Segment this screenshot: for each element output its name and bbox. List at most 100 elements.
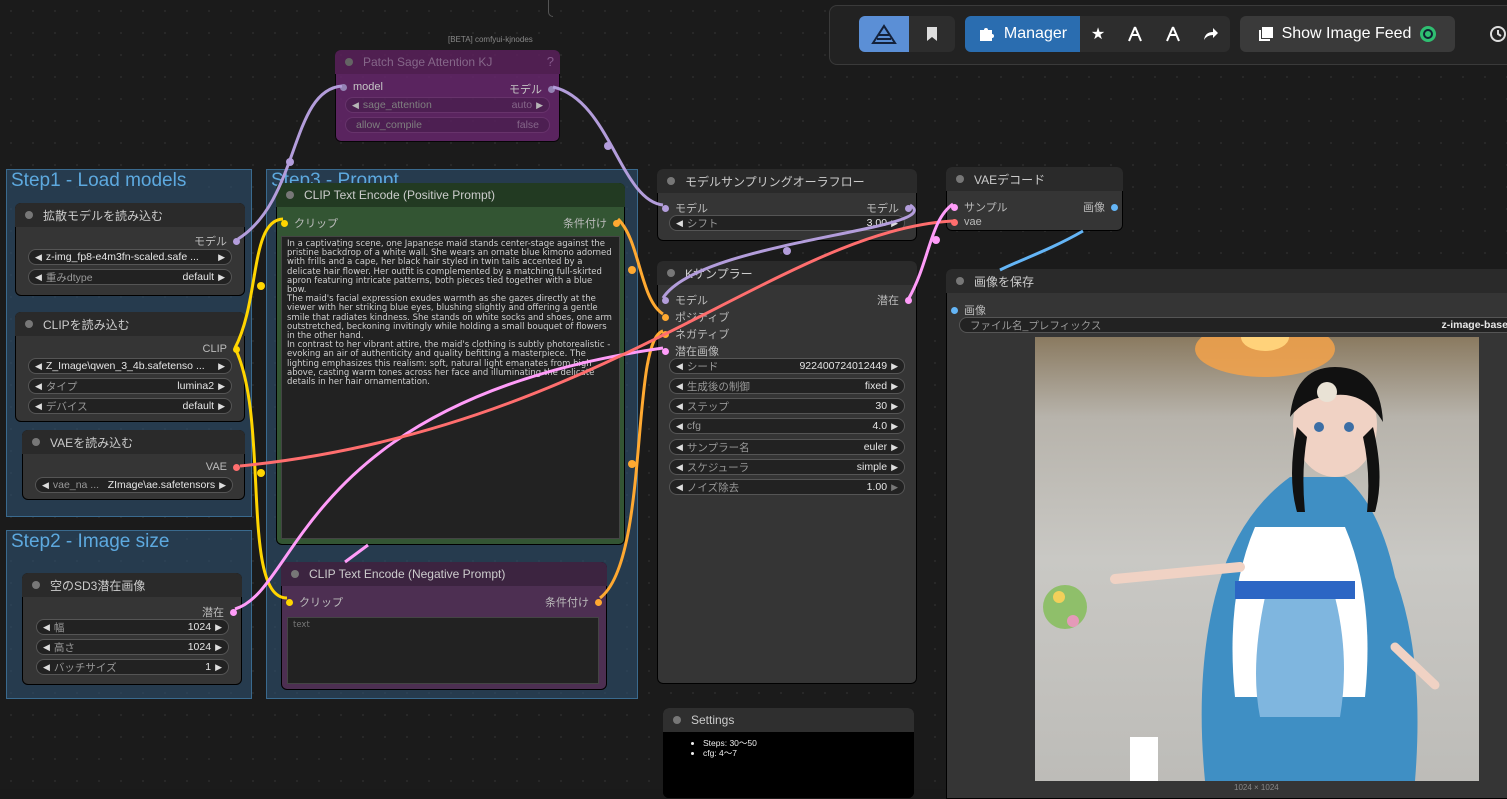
model-output-slot[interactable] <box>233 237 240 245</box>
node-title: Patch Sage Attention KJ <box>363 55 493 69</box>
empty-latent-node[interactable]: 空のSD3潜在画像 潜在 ◀ 幅 1024 ▶ ◀ 高さ 1024 ▶ ◀ バッチサイズ 1 ▶ <box>22 573 242 685</box>
samples-input-slot[interactable] <box>951 203 958 211</box>
clip-input-slot[interactable] <box>281 219 288 227</box>
model-input-label: モデル <box>675 203 708 215</box>
model-input-label: モデル <box>675 295 708 307</box>
model-input-slot[interactable] <box>340 83 347 91</box>
save-image-node[interactable]: 画像を保存 画像 ファイル名_プレフィックス z-image-base 1024 … <box>946 269 1507 799</box>
vae-decode-node[interactable]: VAEデコード サンプル vae 画像 <box>946 167 1123 231</box>
clip-input-slot[interactable] <box>286 598 293 606</box>
weight-dtype-widget[interactable]: ◀ 重みdtype default ▶ <box>28 269 232 285</box>
workflow-logo-button[interactable] <box>859 16 909 52</box>
settings-list: Steps: 30～50 cfg: 4～7 <box>663 738 757 758</box>
image-output-slot[interactable] <box>1111 203 1118 211</box>
patch-sage-attention-node[interactable]: Patch Sage Attention KJ ? model モデル ◀ sag… <box>335 50 560 142</box>
conditioning-output-slot[interactable] <box>613 219 620 227</box>
clip-name-widget[interactable]: ◀ Z_Image\qwen_3_4b.safetenso ... ▶ <box>28 358 232 374</box>
model-output-label: モデル <box>866 203 899 215</box>
model-input-label: model <box>353 81 383 93</box>
node-status-dot <box>32 581 40 589</box>
node-title: 画像を保存 <box>974 274 1035 289</box>
vae-name-widget[interactable]: ◀ vae_na ... ZImage\ae.safetensors ▶ <box>35 477 233 493</box>
node-title: CLIPを読み込む <box>43 317 130 332</box>
height-widget[interactable]: ◀ 高さ 1024 ▶ <box>36 639 229 655</box>
manager-group: Manager ★ <box>965 16 1230 52</box>
batch-size-widget[interactable]: ◀ バッチサイズ 1 ▶ <box>36 659 229 675</box>
output-image-preview[interactable] <box>1035 337 1479 781</box>
denoise-widget[interactable]: ◀ ノイズ除去 1.00 ▶ <box>669 479 905 495</box>
steps-widget[interactable]: ◀ ステップ 30 ▶ <box>669 398 905 414</box>
node-status-dot <box>956 175 964 183</box>
positive-prompt-text[interactable]: In a captivating scene, one Japanese mai… <box>281 236 620 539</box>
width-widget[interactable]: ◀ 幅 1024 ▶ <box>36 619 229 635</box>
node-title: VAEデコード <box>974 172 1046 187</box>
sage-attention-widget[interactable]: ◀ sage_attention auto ▶ <box>345 97 550 113</box>
conditioning-output-slot[interactable] <box>595 598 602 606</box>
clip-type-widget[interactable]: ◀ タイプ lumina2 ▶ <box>28 378 232 394</box>
bookmark-icon <box>927 27 937 41</box>
ksampler-node[interactable]: Kサンプラー モデル ポジティブ ネガティブ 潜在画像 潜在 ◀ シード 92240… <box>657 261 917 684</box>
node-title: モデルサンプリングオーラフロー <box>685 174 865 189</box>
model-output-label: モデル <box>509 84 542 96</box>
clip-input-label: クリップ <box>294 218 338 230</box>
positive-input-slot[interactable] <box>662 313 669 321</box>
control-after-generate-widget[interactable]: ◀ 生成後の制御 fixed ▶ <box>669 378 905 394</box>
sampler-name-widget[interactable]: ◀ サンプラー名 euler ▶ <box>669 439 905 455</box>
node-title: VAEを読み込む <box>50 435 134 450</box>
images-input-slot[interactable] <box>951 306 958 314</box>
clip-output-slot[interactable] <box>233 345 240 353</box>
star-icon: ★ <box>1090 26 1106 43</box>
share-button[interactable] <box>1192 16 1230 52</box>
vae-input-slot[interactable] <box>951 218 958 226</box>
negative-prompt-text[interactable]: text <box>287 617 599 684</box>
help-icon[interactable]: ? <box>547 54 554 69</box>
clip-loader-node[interactable]: CLIPを読み込む CLIP ◀ Z_Image\qwen_3_4b.safete… <box>15 312 245 422</box>
allow-compile-widget[interactable]: allow_compile false <box>345 117 550 133</box>
clip-device-widget[interactable]: ◀ デバイス default ▶ <box>28 398 232 414</box>
latent-input-label: 潜在画像 <box>675 346 719 358</box>
scheduler-widget[interactable]: ◀ スケジューラ simple ▶ <box>669 459 905 475</box>
positive-prompt-node[interactable]: CLIP Text Encode (Positive Prompt) クリップ … <box>276 183 625 545</box>
negative-input-slot[interactable] <box>662 330 669 338</box>
model-manager-icon <box>1128 26 1142 42</box>
unet-name-widget[interactable]: ◀ z-img_fp8-e4m3fn-scaled.safe ... ▶ <box>28 249 232 265</box>
node-title: CLIP Text Encode (Positive Prompt) <box>304 188 495 202</box>
model-manager-button[interactable] <box>1116 16 1154 52</box>
filename-prefix-widget[interactable]: ファイル名_プレフィックス z-image-base <box>959 317 1507 333</box>
conditioning-output-label: 条件付け <box>545 597 589 609</box>
node-title: Settings <box>691 713 735 727</box>
diffusion-model-loader-node[interactable]: 拡散モデルを読み込む モデル ◀ z-img_fp8-e4m3fn-scaled.… <box>15 203 245 296</box>
history-icon <box>1490 26 1506 42</box>
negative-prompt-node[interactable]: CLIP Text Encode (Negative Prompt) クリップ … <box>281 562 607 690</box>
manager-button[interactable]: Manager <box>965 16 1080 52</box>
conditioning-output-label: 条件付け <box>563 218 607 230</box>
vae-loader-node[interactable]: VAEを読み込む VAE ◀ vae_na ... ZImage\ae.safete… <box>22 430 245 500</box>
model-input-slot[interactable] <box>662 296 669 304</box>
manager-label: Manager <box>1003 25 1068 42</box>
settings-note-node[interactable]: Settings Steps: 30～50 cfg: 4～7 <box>663 708 914 798</box>
latent-output-slot[interactable] <box>905 296 912 304</box>
history-button[interactable] <box>1487 16 1507 52</box>
clip-output-label: CLIP <box>202 343 227 355</box>
model-output-label: モデル <box>194 236 227 248</box>
model-output-slot[interactable] <box>548 85 555 93</box>
settings-item: cfg: 4～7 <box>703 748 757 758</box>
seed-widget[interactable]: ◀ シード 922400724012449 ▶ <box>669 358 905 374</box>
settings-item: Steps: 30～50 <box>703 738 757 748</box>
node-status-dot <box>286 191 294 199</box>
model-download-button[interactable] <box>1154 16 1192 52</box>
star-button[interactable]: ★ <box>1080 16 1116 52</box>
cfg-widget[interactable]: ◀ cfg 4.0 ▶ <box>669 418 905 434</box>
shift-widget[interactable]: ◀ シフト 3.00 ▶ <box>669 215 905 231</box>
image-output-label: 画像 <box>1083 202 1105 214</box>
model-output-slot[interactable] <box>905 204 912 212</box>
model-input-slot[interactable] <box>662 204 669 212</box>
bookmark-button[interactable] <box>909 16 955 52</box>
node-status-dot <box>32 438 40 446</box>
latent-output-slot[interactable] <box>230 608 237 616</box>
model-sampling-auraflow-node[interactable]: モデルサンプリングオーラフロー モデル モデル ◀ シフト 3.00 ▶ <box>657 169 917 241</box>
vae-output-slot[interactable] <box>233 463 240 471</box>
latent-input-slot[interactable] <box>662 347 669 355</box>
group-step1-title: Step1 - Load models <box>11 170 187 191</box>
show-image-feed-button[interactable]: Show Image Feed <box>1240 16 1455 52</box>
